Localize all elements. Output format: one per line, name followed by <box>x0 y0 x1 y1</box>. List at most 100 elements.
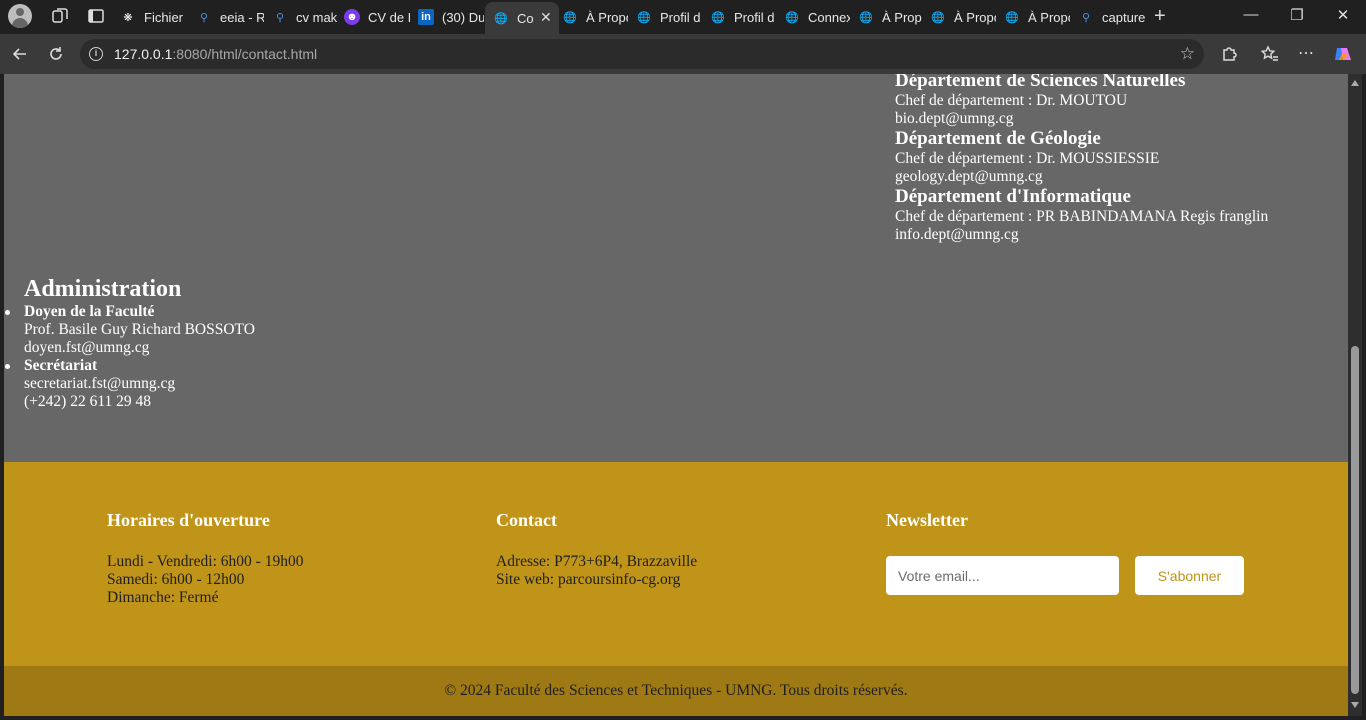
globe-icon: 🌐 <box>1005 11 1019 24</box>
browser-toolbar: i 127.0.0.1:8080/html/contact.html ☆ ⋯ <box>0 34 1366 74</box>
department-email: bio.dept@umng.cg <box>895 110 1014 127</box>
department-email: geology.dept@umng.cg <box>895 168 1043 185</box>
site-footer: Horaires d'ouverture Lundi - Vendredi: 6… <box>4 462 1348 666</box>
tab-label: eeia - R <box>220 9 264 25</box>
newsletter-column: Newsletter S'abonner <box>886 510 1246 610</box>
minimize-icon[interactable]: — <box>1241 6 1261 23</box>
hours-line: Samedi: 6h00 - 12h00 <box>107 571 245 588</box>
url-text[interactable]: 127.0.0.1:8080/html/contact.html <box>114 46 317 62</box>
refresh-icon[interactable] <box>46 44 66 64</box>
scroll-up-icon[interactable] <box>1351 80 1359 86</box>
scroll-down-icon[interactable] <box>1351 702 1359 708</box>
scrollbar-thumb[interactable] <box>1351 346 1359 694</box>
tab-label: Profil d <box>734 9 775 25</box>
newsletter-email-input[interactable] <box>886 556 1119 595</box>
browser-tab[interactable]: 🌐 À Propo <box>562 4 628 30</box>
tab-label: À Propo <box>586 9 628 25</box>
globe-icon: 🌐 <box>711 11 725 24</box>
copyright-bar: © 2024 Faculté des Sciences et Technique… <box>4 666 1348 716</box>
globe-icon: 🌐 <box>563 11 577 24</box>
page-scrollbar[interactable] <box>1348 74 1362 716</box>
dean-email: doyen.fst@umng.cg <box>24 339 150 356</box>
browser-tab[interactable]: 🌐 Profil d <box>710 4 776 30</box>
subscribe-button[interactable]: S'abonner <box>1135 556 1244 595</box>
browser-tab[interactable]: ☻ CV de D <box>344 4 410 30</box>
browser-tab[interactable]: 🌐 Connex <box>784 4 850 30</box>
tab-label: Fichier <box>144 9 184 25</box>
tab-label: capture <box>1102 9 1146 25</box>
browser-tab[interactable]: ⚲ eeia - R <box>196 4 264 30</box>
close-tab-icon[interactable]: ✕ <box>540 9 552 26</box>
browser-tab[interactable]: ⚲ capture <box>1078 4 1148 30</box>
administration-list: Doyen de la Faculté Prof. Basile Guy Ric… <box>5 303 624 411</box>
hours-line: Dimanche: Fermé <box>107 589 219 606</box>
tab-label: À Propo <box>954 9 996 25</box>
tab-label: CV de D <box>368 9 410 25</box>
browser-tab[interactable]: 🌐 Profil d <box>636 4 702 30</box>
globe-icon: 🌐 <box>637 11 651 24</box>
tab-label: (30) Du <box>442 9 484 25</box>
more-options-icon[interactable]: ⋯ <box>1296 44 1316 64</box>
address-bar[interactable]: i 127.0.0.1:8080/html/contact.html ☆ <box>80 39 1204 69</box>
globe-icon: 🌐 <box>494 12 508 25</box>
globe-icon: 🌐 <box>859 11 873 24</box>
favorite-star-icon[interactable]: ☆ <box>1180 44 1195 64</box>
list-item: Secrétariat secretariat.fst@umng.cg (+24… <box>5 357 624 411</box>
administration-section: Administration Doyen de la Faculté Prof.… <box>5 275 624 411</box>
department-title: Département de Sciences Naturelles <box>895 74 1186 91</box>
url-host: 127.0.0.1 <box>114 46 173 62</box>
page-viewport: Département de Sciences Naturelles Chef … <box>4 74 1348 716</box>
workspaces-icon[interactable] <box>51 7 69 25</box>
contact-website: Site web: parcoursinfo-cg.org <box>496 571 681 588</box>
tab-label: À Propo <box>1028 9 1070 25</box>
hours-line: Lundi - Vendredi: 6h00 - 19h00 <box>107 553 304 570</box>
department-head: Chef de département : Dr. MOUTOU <box>895 92 1128 109</box>
department-head: Chef de département : Dr. MOUSSIESSIE <box>895 150 1160 167</box>
linkedin-icon: in <box>418 9 434 25</box>
tab-label: Co <box>517 10 534 26</box>
new-tab-button[interactable]: + <box>1154 5 1166 28</box>
contact-column: Contact Adresse: P773+6P4, Brazzaville S… <box>496 510 697 589</box>
browser-tab[interactable]: ⚲ cv mak <box>272 4 338 30</box>
department-email: info.dept@umng.cg <box>895 226 1019 243</box>
administration-title: Administration <box>24 276 182 302</box>
browser-tab[interactable]: 🌐 À Propo <box>1004 4 1070 30</box>
close-window-icon[interactable]: ✕ <box>1333 6 1353 24</box>
favorites-icon[interactable] <box>1260 44 1280 64</box>
search-icon: ⚲ <box>1081 11 1091 24</box>
globe-icon: 🌐 <box>785 11 799 24</box>
tab-label: À Propo <box>882 9 922 25</box>
dean-title: Doyen de la Faculté <box>24 303 155 320</box>
departments-list: Département de Sciences Naturelles Chef … <box>895 74 1335 244</box>
search-icon: ⚲ <box>199 11 209 24</box>
copyright-text: © 2024 Faculté des Sciences et Technique… <box>444 682 908 699</box>
tab-label: Connex <box>808 9 850 25</box>
chatgpt-icon: ❋ <box>123 11 133 24</box>
browser-tab[interactable]: ❋ Fichier <box>120 4 190 30</box>
secretariat-title: Secrétariat <box>24 357 98 374</box>
profile-avatar-icon[interactable] <box>8 4 32 28</box>
url-path: :8080/html/contact.html <box>172 46 318 62</box>
opening-hours-column: Horaires d'ouverture Lundi - Vendredi: 6… <box>107 510 303 607</box>
copilot-icon[interactable] <box>1333 44 1353 64</box>
browser-tab[interactable]: 🌐 À Propo <box>858 4 922 30</box>
restore-icon[interactable]: ❐ <box>1287 6 1307 24</box>
newsletter-title: Newsletter <box>886 510 968 530</box>
department-title: Département d'Informatique <box>895 186 1131 207</box>
contact-title: Contact <box>496 510 557 530</box>
site-info-icon[interactable]: i <box>89 47 103 61</box>
secretariat-phone: (+242) 22 611 29 48 <box>24 393 151 410</box>
opening-hours-title: Horaires d'ouverture <box>107 510 270 530</box>
copilot-icon: ☻ <box>344 9 360 25</box>
extensions-icon[interactable] <box>1219 44 1239 64</box>
browser-tab[interactable]: 🌐 À Propo <box>930 4 996 30</box>
department-head: Chef de département : PR BABINDAMANA Reg… <box>895 208 1269 225</box>
tab-actions-icon[interactable] <box>87 7 105 25</box>
list-item: Doyen de la Faculté Prof. Basile Guy Ric… <box>5 303 624 357</box>
department-title: Département de Géologie <box>895 128 1101 149</box>
tab-label: cv mak <box>296 9 338 25</box>
dean-name: Prof. Basile Guy Richard BOSSOTO <box>24 321 255 338</box>
back-icon[interactable] <box>10 44 30 64</box>
browser-tab[interactable]: in (30) Du <box>418 4 484 30</box>
browser-tab-strip: ❋ Fichier ⚲ eeia - R ⚲ cv mak ☻ CV de D in (30) D… <box>0 0 1366 34</box>
